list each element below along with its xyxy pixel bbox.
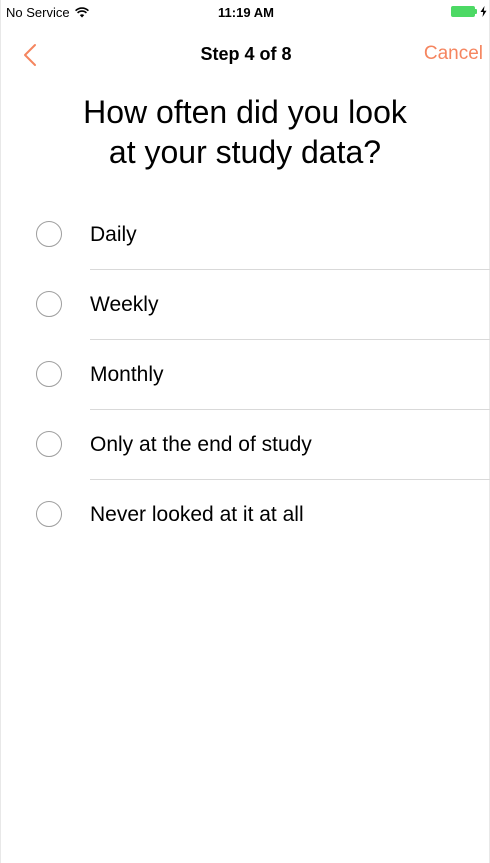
option-monthly[interactable]: Monthly [1, 340, 490, 410]
option-label: Only at the end of study [90, 433, 312, 456]
survey-screen: No Service 11:19 AM Step 4 of 8 Cancel H… [0, 0, 490, 863]
option-daily[interactable]: Daily [1, 200, 490, 270]
cancel-button[interactable]: Cancel [424, 43, 483, 65]
question-line-2: at your study data? [108, 134, 382, 170]
option-end-of-study[interactable]: Only at the end of study [1, 410, 490, 480]
radio-button[interactable] [36, 361, 62, 387]
option-label: Daily [90, 223, 137, 246]
battery-icon [451, 6, 478, 17]
radio-button[interactable] [36, 291, 62, 317]
bolt-icon [480, 6, 487, 17]
radio-button[interactable] [36, 431, 62, 457]
status-time: 11:19 AM [218, 5, 274, 20]
option-label: Never looked at it at all [90, 503, 304, 526]
option-never[interactable]: Never looked at it at all [1, 480, 490, 550]
question-title: How often did you look at your study dat… [21, 92, 469, 172]
status-bar: No Service 11:19 AM [1, 0, 490, 26]
answer-options-list: Daily Weekly Monthly Only at the end of … [1, 200, 490, 550]
option-label: Monthly [90, 363, 164, 386]
radio-button[interactable] [36, 501, 62, 527]
question-line-1: How often did you look [83, 94, 407, 130]
option-weekly[interactable]: Weekly [1, 270, 490, 340]
status-right [451, 6, 487, 17]
radio-button[interactable] [36, 221, 62, 247]
option-label: Weekly [90, 293, 159, 316]
navigation-bar: Step 4 of 8 Cancel [1, 26, 490, 84]
step-title: Step 4 of 8 [200, 44, 292, 64]
